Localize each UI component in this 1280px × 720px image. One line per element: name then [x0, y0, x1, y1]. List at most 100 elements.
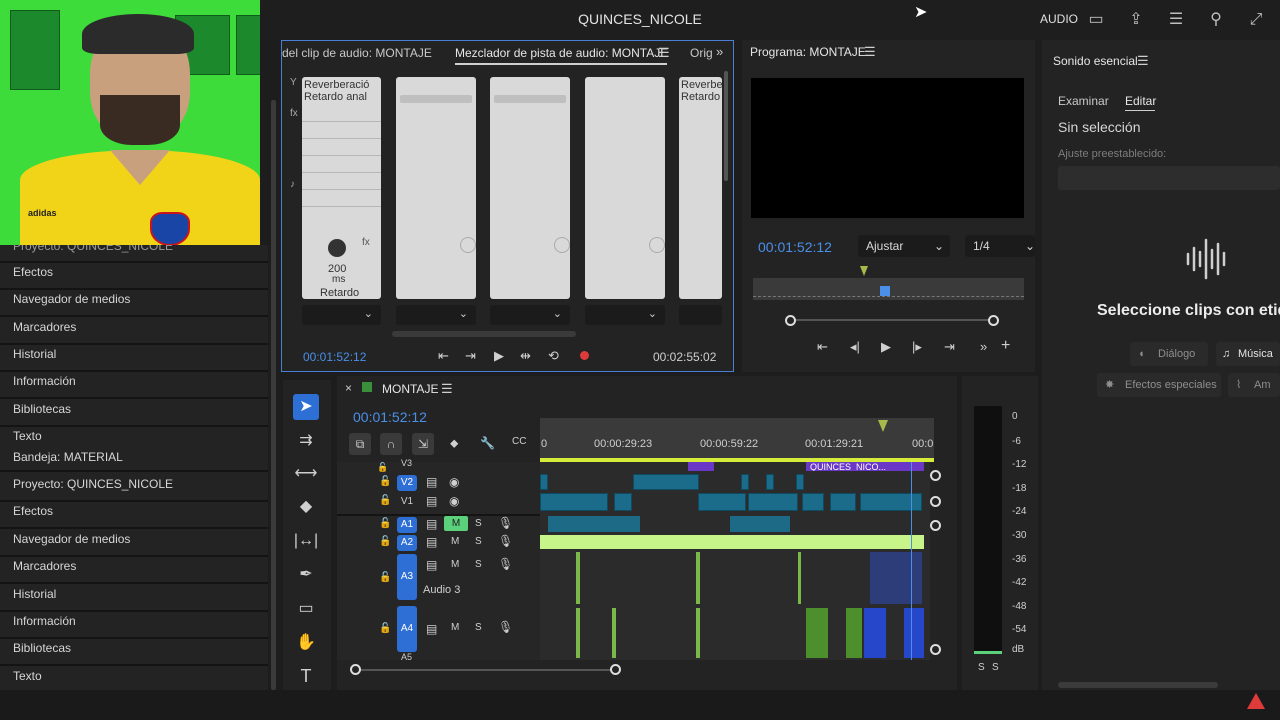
selection-tool-icon[interactable]: ➤ — [293, 394, 319, 420]
track-label-a3[interactable]: A3 — [397, 554, 417, 600]
lock-icon[interactable]: 🔓 — [379, 536, 391, 547]
panel-tab-history[interactable]: Historial — [13, 347, 56, 361]
film-icon[interactable]: ▤ — [426, 535, 437, 549]
fullscreen-icon[interactable]: ⤢ — [1245, 9, 1267, 31]
panel-tab-effects[interactable]: Efectos — [13, 265, 53, 279]
track-label-a4[interactable]: A4 — [397, 606, 417, 652]
more-panels-icon[interactable]: » — [716, 44, 723, 59]
pen-tool-icon[interactable]: ✒ — [293, 562, 319, 588]
go-to-out-icon[interactable]: ⇥ — [465, 348, 476, 364]
panel-menu-icon[interactable]: ☰ — [1137, 53, 1149, 69]
panel-tab-info[interactable]: Información — [13, 374, 76, 388]
sfx-button[interactable]: ✸ Efectos especiales — [1097, 373, 1221, 397]
panel-tab-libraries-2[interactable]: Bibliotecas — [13, 641, 71, 655]
lock-icon[interactable]: 🔓 — [379, 476, 391, 487]
film-icon[interactable]: ▤ — [426, 558, 437, 572]
microphone-icon[interactable]: 🎙 — [498, 620, 513, 634]
warning-icon[interactable] — [1247, 693, 1265, 709]
razor-tool-icon[interactable]: ◆ — [293, 494, 319, 520]
slip-tool-icon[interactable]: |↔| — [293, 528, 319, 554]
panel-menu-icon[interactable]: ☰ — [441, 381, 453, 397]
panel-tab-markers-2[interactable]: Marcadores — [13, 559, 76, 573]
left-panel-scrollbar[interactable] — [271, 100, 276, 690]
mixer-vertical-scrollbar[interactable] — [724, 71, 728, 181]
play-icon[interactable]: ▶ — [494, 348, 504, 364]
linked-selection-icon[interactable]: ⇲ — [412, 433, 434, 455]
solo-button-a1[interactable]: S — [475, 518, 482, 529]
eye-icon[interactable]: ◉ — [449, 494, 459, 508]
solo-button-a2[interactable]: S — [475, 536, 482, 547]
output-dropdown-5[interactable] — [679, 305, 722, 325]
track-scroll-handle[interactable] — [930, 496, 941, 507]
pan-knob[interactable] — [460, 237, 476, 253]
zoom-handle-right[interactable] — [988, 315, 999, 326]
search-icon[interactable]: ⚲ — [1205, 9, 1227, 31]
add-button-icon[interactable]: + — [1001, 337, 1010, 355]
menu-icon[interactable]: ☰ — [1165, 9, 1187, 31]
close-icon[interactable]: × — [345, 381, 352, 395]
lock-icon[interactable]: 🔓 — [379, 518, 391, 529]
more-controls-icon[interactable]: » — [980, 339, 987, 354]
knob-param[interactable]: Retardo — [320, 287, 359, 299]
mixer-horizontal-scrollbar[interactable] — [392, 331, 576, 337]
essential-sound-title[interactable]: Sonido esencial — [1053, 54, 1138, 68]
fx-bypass-icon[interactable]: fx — [362, 237, 370, 248]
panel-tab-markers[interactable]: Marcadores — [13, 320, 76, 334]
panel-tab-media-browser-2[interactable]: Navegador de medios — [13, 532, 130, 546]
mute-button-a4[interactable]: M — [451, 622, 459, 633]
effect-slot-3[interactable]: Reverbe — [679, 77, 722, 91]
music-button[interactable]: ♫ Música — [1216, 342, 1280, 366]
timeline-zoom-scrollbar[interactable] — [355, 669, 617, 671]
program-video-display[interactable] — [751, 78, 1024, 218]
essential-scrollbar[interactable] — [1058, 682, 1218, 688]
film-icon[interactable]: ▤ — [426, 475, 437, 489]
delay-knob[interactable] — [328, 239, 346, 257]
track-label-a2[interactable]: A2 — [397, 535, 417, 551]
track-label-a1[interactable]: A1 — [397, 517, 417, 533]
zoom-scrollbar[interactable] — [790, 319, 994, 321]
track-select-tool-icon[interactable]: ⇉ — [293, 428, 319, 454]
output-dropdown-1[interactable]: ⌄ — [302, 305, 381, 325]
fit-dropdown[interactable]: Ajustar ⌄ — [858, 235, 950, 257]
track-scroll-handle[interactable] — [930, 644, 941, 655]
effect-slot-2[interactable]: Retardo anal — [302, 91, 381, 103]
resolution-dropdown[interactable]: 1/4 ⌄ — [965, 235, 1035, 257]
mute-button-a2[interactable]: M — [451, 536, 459, 547]
play-in-out-icon[interactable]: ⇹ — [520, 348, 531, 364]
dialog-button[interactable]: ◖ Diálogo — [1130, 342, 1208, 366]
mixer-timecode-in[interactable]: 00:01:52:12 — [303, 350, 366, 364]
program-time-ruler[interactable] — [753, 278, 1024, 300]
lock-icon[interactable]: 🔓 — [379, 495, 391, 506]
panel-tab-effects-2[interactable]: Efectos — [13, 504, 53, 518]
panel-tab-text[interactable]: Texto — [13, 429, 42, 443]
eye-icon[interactable]: ◉ — [449, 475, 459, 489]
ripple-edit-tool-icon[interactable]: ⟷ — [293, 461, 319, 487]
output-dropdown-4[interactable]: ⌄ — [585, 305, 665, 325]
track-area[interactable]: QUINCES_NICO... — [540, 462, 930, 660]
lock-icon[interactable]: 🔓 — [379, 623, 391, 634]
tab-audio-clip-mixer[interactable]: del clip de audio: MONTAJE — [282, 46, 432, 60]
loop-icon[interactable]: ⟲ — [548, 348, 559, 364]
microphone-icon[interactable]: 🎙 — [498, 516, 513, 530]
settings-wrench-icon[interactable]: 🔧 — [480, 436, 495, 450]
panel-tab-bin[interactable]: Bandeja: MATERIAL — [13, 450, 123, 464]
lock-icon[interactable]: 🔓 — [379, 572, 391, 583]
program-title[interactable]: Programa: MONTAJE — [750, 45, 866, 59]
output-dropdown-2[interactable]: ⌄ — [396, 305, 476, 325]
panel-tab-media-browser[interactable]: Navegador de medios — [13, 292, 130, 306]
film-icon[interactable]: ▤ — [426, 517, 437, 531]
type-tool-icon[interactable]: T — [293, 663, 319, 689]
panel-tab-history-2[interactable]: Historial — [13, 587, 56, 601]
export-icon[interactable]: ⇪ — [1125, 9, 1147, 31]
microphone-icon[interactable]: 🎙 — [498, 557, 513, 571]
panel-tab-project-2[interactable]: Proyecto: QUINCES_NICOLE — [13, 477, 173, 491]
step-back-icon[interactable]: ◂| — [850, 339, 860, 355]
track-scroll-handle[interactable] — [930, 520, 941, 531]
tab-browse[interactable]: Examinar — [1058, 94, 1109, 108]
effect-slot-4[interactable]: Retardo — [679, 91, 722, 103]
film-icon[interactable]: ▤ — [426, 494, 437, 508]
track-label-v1[interactable]: V1 — [397, 494, 417, 510]
hand-tool-icon[interactable]: ✋ — [293, 630, 319, 656]
sequence-tab[interactable]: MONTAJE — [382, 382, 438, 396]
solo-button-a4[interactable]: S — [475, 622, 482, 633]
